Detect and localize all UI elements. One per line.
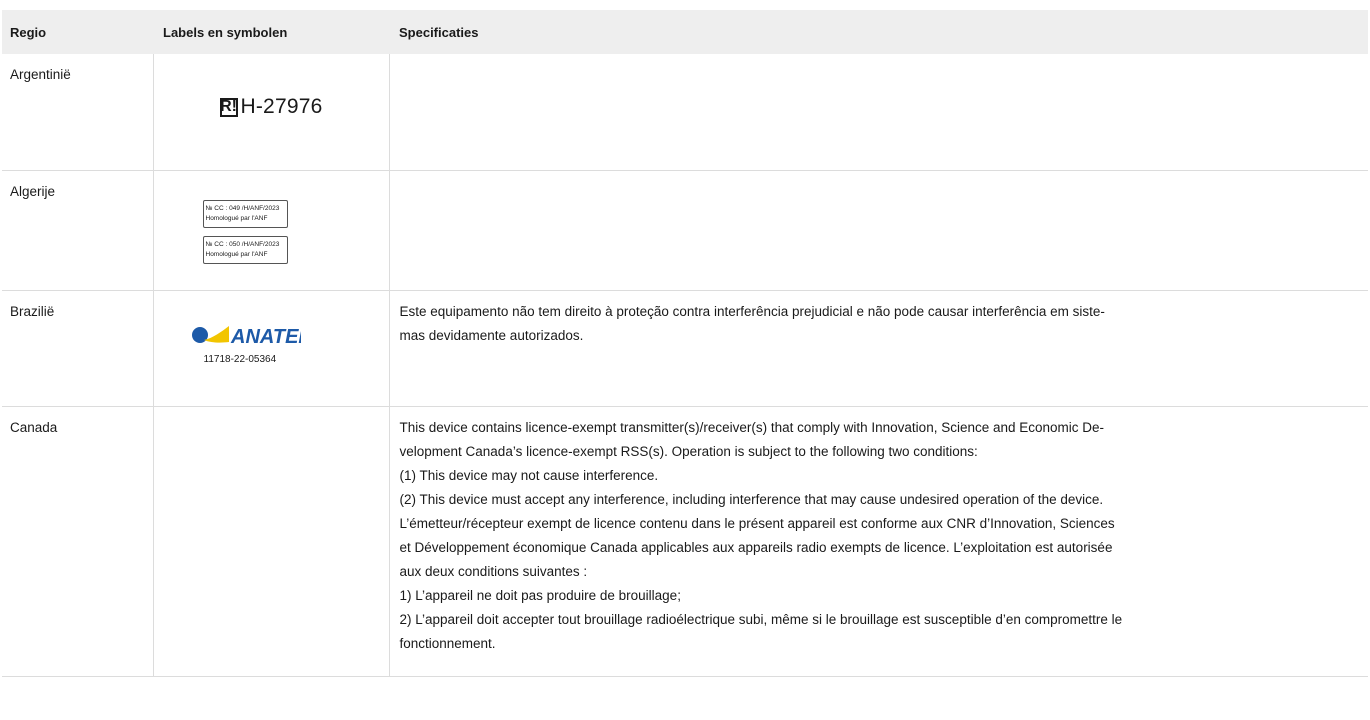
compliance-table-container: Regio Labels en symbolen Specificaties A… [0,10,1370,677]
region-cell: Argentinië [2,54,153,171]
spec-line: L’émetteur/récepteur exempt de licence c… [399,515,1115,531]
labels-cell: R! H-27976 [152,54,389,171]
spec-line: (2) This device must accept any interfer… [399,491,1104,507]
spec-line: Este equipamento não tem direito à prote… [399,303,1105,319]
spec-line: velopment Canada’s licence-exempt RSS(s)… [399,443,978,459]
header-labels: Labels en symbolen [153,10,389,54]
table-row: Algerije № CC : 049 /H/ANF/2023 Homologu… [2,170,1368,291]
table-row: Canada This device contains licence-exem… [2,406,1368,677]
spec-line: 2) L’appareil doit accepter tout brouill… [399,611,1123,627]
anf-homologation-text: Homologué par l'ANF [205,250,268,258]
table-row: Brazilië ANATEL 11718-22-05364 Este equi… [2,290,1368,407]
spec-line: (1) This device may not cause interferen… [399,467,659,483]
spec-line: et Développement économique Canada appli… [399,539,1113,555]
spec-line: fonctionnement. [399,635,496,651]
region-cell: Canada [2,406,153,677]
header-region: Regio [2,10,153,54]
header-specs: Specificaties [389,10,1368,54]
registered-r-icon: R! [219,97,238,117]
spec-line: 1) L’appareil ne doit pas produire de br… [399,587,681,603]
anf-approval-label: № CC : 050 /H/ANF/2023 Homologué par l'A… [202,235,288,264]
spec-line: mas devidamente autorizados. [399,327,584,343]
table-header-row: Regio Labels en symbolen Specificaties [2,10,1368,54]
anf-approval-label: № CC : 049 /H/ANF/2023 Homologué par l'A… [202,199,288,228]
spec-line: aux deux conditions suivantes : [399,563,588,579]
region-cell: Brazilië [2,290,153,407]
anatel-code: 11718-22-05364 [203,353,277,365]
spec-cell [388,54,1368,171]
region-cell: Algerije [2,170,153,291]
anf-cert-number: № CC : 050 /H/ANF/2023 [205,240,280,248]
anatel-logo: ANATEL [191,325,301,346]
anf-cert-number: № CC : 049 /H/ANF/2023 [205,204,280,212]
compliance-table: Regio Labels en symbolen Specificaties A… [2,10,1368,677]
argentina-registration-mark: R! H-27976 [219,95,323,119]
spec-cell: This device contains licence-exempt tran… [388,406,1368,677]
spec-cell: Este equipamento não tem direito à prote… [388,290,1368,407]
labels-cell: № CC : 049 /H/ANF/2023 Homologué par l'A… [152,170,389,291]
spec-line: This device contains licence-exempt tran… [399,419,1105,435]
anatel-logo-text: ANATEL [230,326,301,346]
labels-cell [152,406,389,677]
registration-code: H-27976 [240,95,323,118]
spec-cell [388,170,1368,291]
table-row: Argentinië R! H-27976 [2,54,1368,171]
labels-cell: ANATEL 11718-22-05364 [152,290,389,407]
anf-homologation-text: Homologué par l'ANF [205,214,268,222]
